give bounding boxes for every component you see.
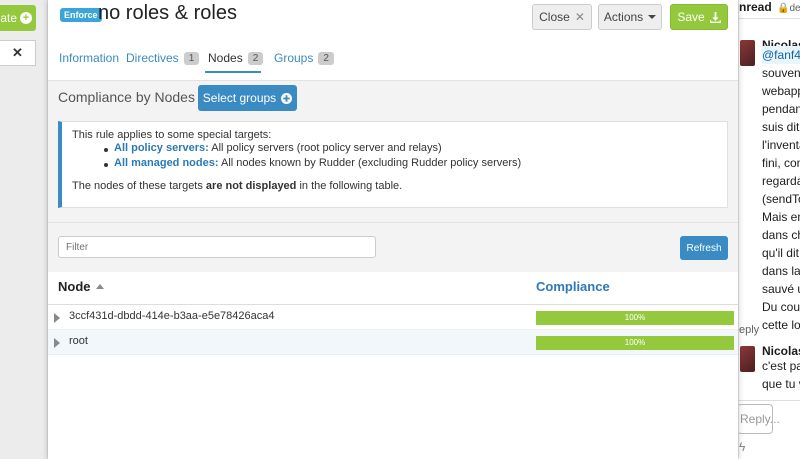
refresh-button[interactable]: Refresh bbox=[680, 236, 728, 260]
count-badge: 1 bbox=[183, 51, 200, 65]
filter-input[interactable] bbox=[58, 236, 376, 258]
table-toolbar: Refresh bbox=[48, 222, 738, 272]
message-body: @fanf42 souvent webapp pendant suis dit … bbox=[762, 46, 800, 334]
message-line: fini, com bbox=[762, 156, 800, 170]
page-title: no roles & roles bbox=[98, 2, 237, 24]
message-line: souvent bbox=[762, 66, 800, 80]
save-button[interactable]: Save bbox=[670, 4, 728, 30]
message-line: suis dit bbox=[762, 120, 800, 134]
target-link[interactable]: All managed nodes: bbox=[114, 157, 219, 169]
target-link[interactable]: All policy servers: bbox=[114, 142, 209, 154]
tab-information[interactable]: Information bbox=[59, 51, 119, 65]
rule-details-panel: Enforce no roles & roles Close ✕ Actions… bbox=[48, 0, 738, 459]
background-left-panel: ate + ✕ bbox=[0, 0, 48, 459]
tab-nodes[interactable]: Nodes 2 bbox=[208, 51, 264, 65]
tab-directives[interactable]: Directives 1 bbox=[126, 51, 200, 65]
select-groups-label: Select groups bbox=[202, 91, 277, 105]
bullet bbox=[104, 148, 108, 152]
plus-circle-icon bbox=[281, 92, 293, 104]
compliance-bar: 100% bbox=[536, 311, 734, 325]
special-targets-info: This rule applies to some special target… bbox=[58, 121, 728, 208]
divider bbox=[739, 18, 800, 19]
reply-input[interactable]: Reply... bbox=[739, 404, 780, 434]
chat-thread-panel: nread 🔒dev Nicolas @fanf42 souvent webap… bbox=[738, 0, 800, 459]
node-name: root bbox=[69, 335, 88, 347]
count-badge: 2 bbox=[318, 51, 334, 65]
thread-title: nread bbox=[739, 0, 772, 14]
target-description: All nodes known by Rudder (excluding Rud… bbox=[220, 157, 522, 169]
create-button[interactable]: ate + bbox=[0, 5, 36, 31]
expand-icon[interactable] bbox=[54, 313, 60, 323]
compliance-bar: 100% bbox=[536, 336, 734, 350]
message-author[interactable]: Nicolas bbox=[762, 344, 800, 358]
chevron-down-icon bbox=[648, 15, 657, 19]
message-line: que tu v bbox=[762, 377, 800, 391]
table-row[interactable]: root 100% bbox=[48, 330, 738, 355]
nodes-table: Node Compliance 3ccf431d-dbdd-414e-b3aa-… bbox=[48, 272, 738, 459]
close-button-label: Close bbox=[539, 10, 570, 24]
rule-tabs: Information Directives 1 Nodes 2 Groups … bbox=[48, 44, 738, 74]
message-line: (sendTo bbox=[762, 192, 800, 206]
tab-label: Nodes bbox=[208, 51, 243, 65]
actions-button-label: Actions bbox=[603, 10, 644, 24]
compliance-section: Compliance by Nodes Select groups This r… bbox=[48, 80, 738, 222]
message-line: dans ch bbox=[762, 228, 800, 242]
message-line: webapp bbox=[762, 84, 800, 98]
actions-dropdown[interactable]: Actions bbox=[598, 4, 662, 30]
avatar[interactable] bbox=[740, 40, 755, 66]
shortcuts-icon[interactable]: ϟ bbox=[739, 440, 745, 454]
target-description: All policy servers (root policy server a… bbox=[211, 142, 442, 154]
rule-header: Enforce no roles & roles Close ✕ Actions… bbox=[48, 0, 738, 80]
section-title: Compliance by Nodes bbox=[58, 89, 195, 105]
active-tab-indicator bbox=[205, 71, 261, 73]
save-button-label: Save bbox=[677, 10, 705, 24]
reply-label[interactable]: eply bbox=[739, 324, 759, 336]
table-row[interactable]: 3ccf431d-dbdd-414e-b3aa-e5e78426aca4 100… bbox=[48, 305, 738, 330]
info-note: The nodes of these targets are not displ… bbox=[72, 180, 403, 192]
tab-label: Directives bbox=[126, 51, 179, 65]
info-note-bold: are not displayed bbox=[205, 180, 297, 192]
thread-channel[interactable]: 🔒dev bbox=[777, 3, 800, 14]
download-icon bbox=[709, 11, 721, 23]
message-line: cette lo bbox=[762, 318, 800, 332]
column-header-label: Node bbox=[58, 279, 91, 294]
target-item: All policy servers: All policy servers (… bbox=[114, 142, 442, 154]
node-name: 3ccf431d-dbdd-414e-b3aa-e5e78426aca4 bbox=[69, 310, 275, 322]
tab-groups[interactable]: Groups 2 bbox=[274, 51, 334, 65]
target-item: All managed nodes: All nodes known by Ru… bbox=[114, 157, 521, 169]
message-line: l'inventa bbox=[762, 138, 800, 152]
message-line: pendant bbox=[762, 102, 800, 116]
create-button-label: ate bbox=[0, 11, 17, 25]
tab-label: Information bbox=[59, 51, 120, 65]
expand-icon[interactable] bbox=[54, 338, 60, 348]
count-badge: 2 bbox=[247, 51, 264, 65]
close-button[interactable]: Close ✕ bbox=[532, 4, 592, 30]
message-line: sauvé u bbox=[762, 282, 800, 296]
bullet bbox=[104, 163, 108, 167]
select-groups-button[interactable]: Select groups bbox=[198, 85, 297, 111]
info-intro: This rule applies to some special target… bbox=[72, 129, 272, 141]
message-line: Mais en bbox=[762, 210, 800, 224]
clear-search-icon[interactable]: ✕ bbox=[0, 40, 36, 66]
thread-header: nread 🔒dev bbox=[739, 0, 800, 16]
column-header-node[interactable]: Node bbox=[58, 279, 104, 294]
sort-ascending-icon bbox=[95, 284, 104, 289]
close-icon: ✕ bbox=[574, 10, 585, 24]
mention-link[interactable]: @fanf42 bbox=[762, 46, 800, 64]
message-line: Du coup bbox=[762, 300, 800, 314]
message-line: qu'il dit bbox=[762, 246, 799, 260]
plus-circle-icon: + bbox=[20, 12, 32, 24]
avatar[interactable] bbox=[740, 346, 755, 372]
divider bbox=[739, 400, 800, 401]
message-line: c'est pas bbox=[762, 359, 800, 373]
tab-label: Groups bbox=[274, 51, 314, 65]
column-header-compliance[interactable]: Compliance bbox=[536, 279, 610, 294]
message-body: c'est pas que tu v bbox=[762, 357, 800, 393]
message-line: regardan bbox=[762, 174, 800, 188]
message-line: dans la bbox=[762, 264, 800, 278]
enforce-badge: Enforce bbox=[60, 8, 102, 22]
